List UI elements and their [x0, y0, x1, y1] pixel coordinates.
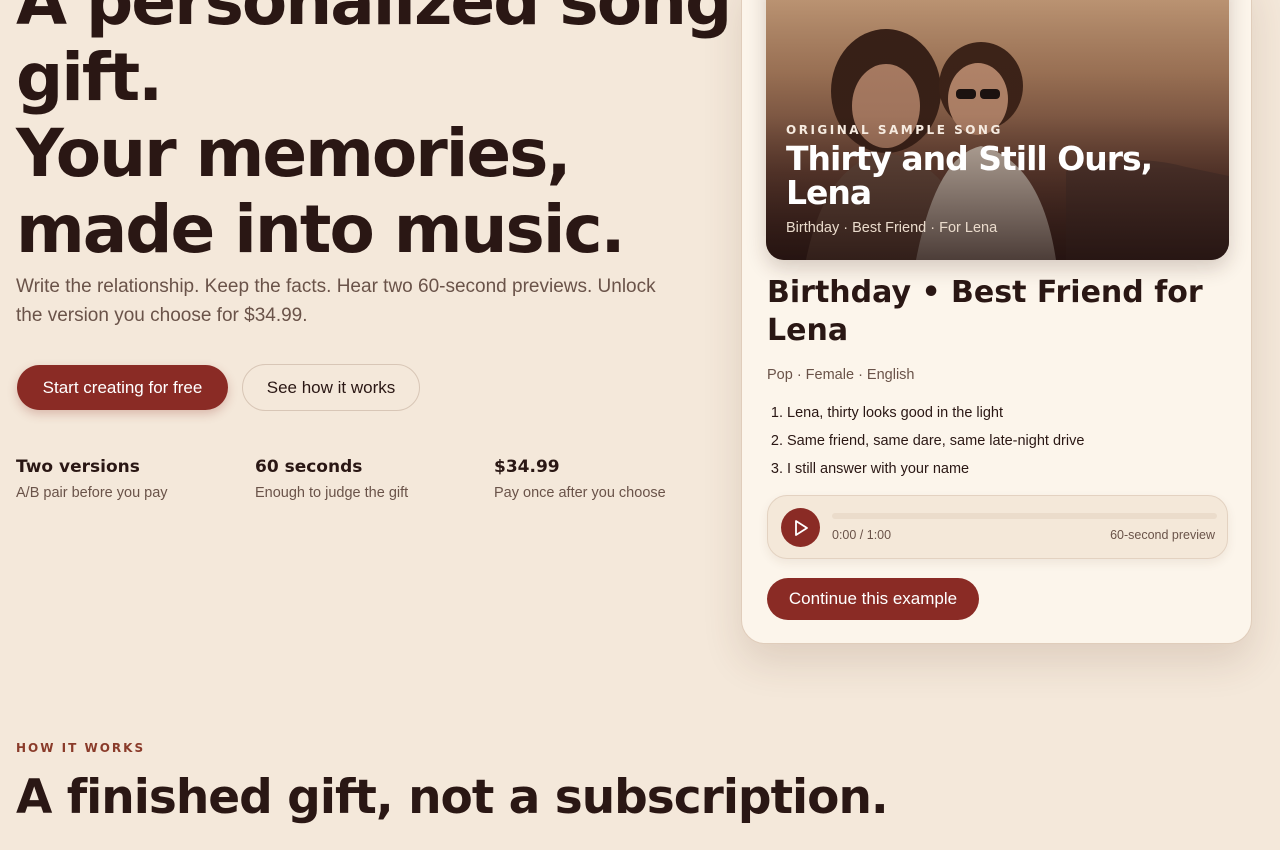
playback-time: 0:00 / 1:00: [832, 528, 892, 542]
stat-description: Enough to judge the gift: [255, 485, 409, 501]
stat-description: Pay once after you choose: [494, 485, 666, 501]
continue-example-button[interactable]: Continue this example: [767, 578, 979, 620]
see-how-it-works-button[interactable]: See how it works: [242, 364, 420, 411]
preview-label: 60-second preview: [1110, 528, 1215, 542]
start-creating-button[interactable]: Start creating for free: [17, 365, 228, 410]
hero-title: A personalized song gift. Your memories,…: [16, 0, 736, 268]
hero-subtitle: Write the relationship. Keep the facts. …: [16, 276, 656, 326]
stat-title: 60 seconds: [255, 457, 363, 477]
lyric-line: Lena, thirty looks good in the light: [787, 399, 1084, 427]
hero-title-line: gift.: [16, 39, 163, 116]
lyric-line: Same friend, same dare, same late-night …: [787, 427, 1084, 455]
sample-song-photo: ORIGINAL SAMPLE SONG Thirty and Still Ou…: [766, 0, 1229, 260]
play-button[interactable]: [781, 508, 820, 547]
hero-title-line: made into music.: [16, 191, 626, 268]
lyrics-list: Lena, thirty looks good in the light Sam…: [767, 399, 1084, 483]
play-icon: [794, 519, 808, 536]
stat-item: 60 seconds Enough to judge the gift: [255, 455, 475, 503]
hero-title-line: Your memories,: [16, 115, 572, 192]
sample-song-meta: Pop · Female · English: [767, 367, 915, 383]
audio-player: 0:00 / 1:00 60-second preview: [767, 495, 1228, 559]
stat-title: Two versions: [16, 457, 140, 477]
sample-song-photo-title: Thirty and Still Ours, Lena: [786, 139, 1153, 212]
how-it-works-kicker: HOW IT WORKS: [16, 741, 146, 755]
hero-title-line: A personalized song: [16, 0, 732, 40]
stat-description: A/B pair before you pay: [16, 485, 168, 501]
stat-item: Two versions A/B pair before you pay: [16, 455, 236, 503]
stat-title: $34.99: [494, 457, 560, 477]
lyric-line: I still answer with your name: [787, 455, 1084, 483]
sample-song-kicker: ORIGINAL SAMPLE SONG: [786, 123, 1003, 137]
sample-song-card: ORIGINAL SAMPLE SONG Thirty and Still Ou…: [741, 0, 1252, 644]
how-it-works-title: A finished gift, not a subscription.: [16, 770, 889, 825]
sample-song-photo-meta: Birthday · Best Friend · For Lena: [786, 220, 998, 236]
progress-bar[interactable]: [832, 513, 1217, 519]
sample-song-title: Birthday • Best Friend for Lena: [767, 275, 1203, 348]
stat-item: $34.99 Pay once after you choose: [494, 455, 714, 503]
